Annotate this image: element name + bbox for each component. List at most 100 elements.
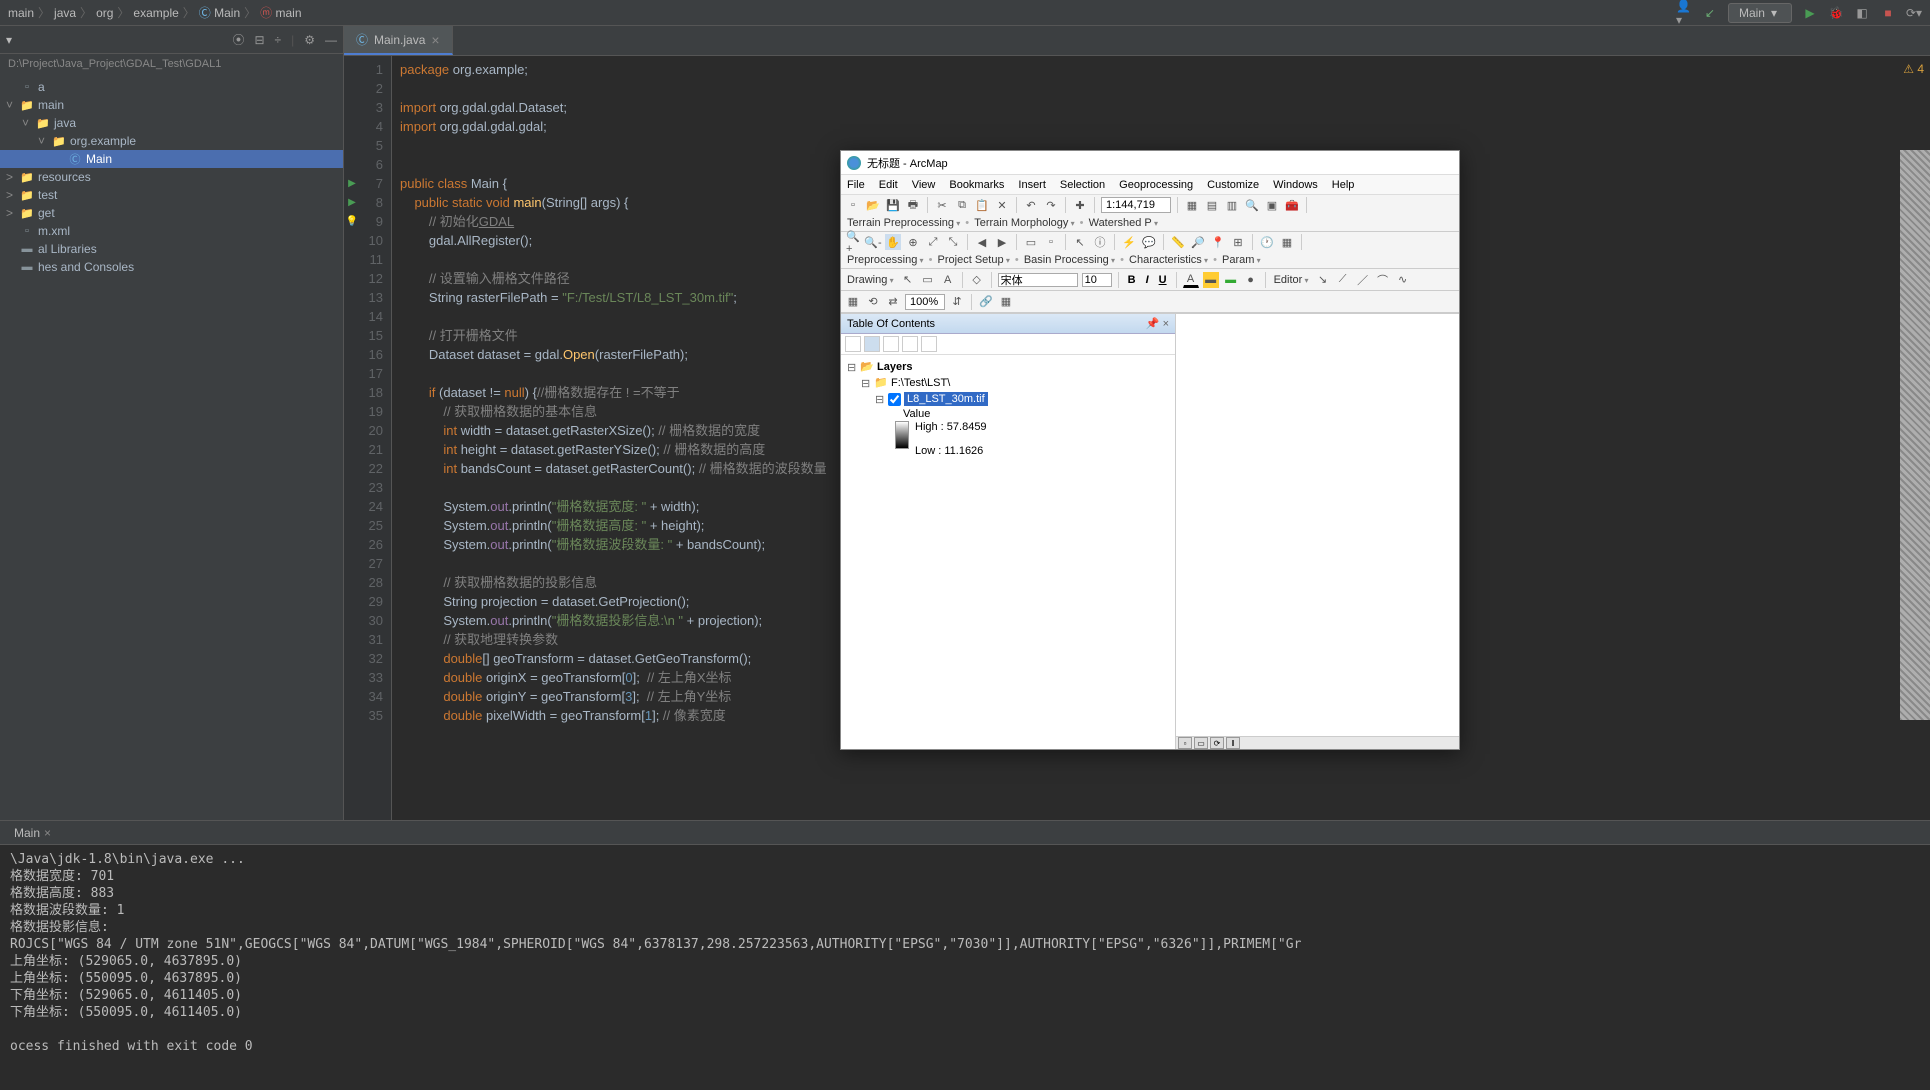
hide-icon[interactable]: — — [325, 33, 337, 47]
project-dropdown-icon[interactable]: ▾ — [6, 33, 12, 47]
menu-selection[interactable]: Selection — [1060, 179, 1105, 191]
tree-item[interactable]: ▫m.xml — [0, 222, 343, 240]
map-scrollbar[interactable]: ▫ ▭ ⟳ ‖ — [1176, 736, 1459, 749]
editor-dropdown[interactable]: Editor — [1272, 274, 1311, 286]
tree-item[interactable]: ▬al Libraries — [0, 240, 343, 258]
underline-button[interactable]: U — [1156, 274, 1170, 286]
list-by-visibility-icon[interactable] — [883, 336, 899, 352]
project-tree[interactable]: ▫a˅📁main˅📁java˅📁org.exampleⒸMain˃📁resour… — [0, 74, 343, 820]
close-icon[interactable]: × — [1163, 318, 1169, 330]
menu-help[interactable]: Help — [1332, 179, 1355, 191]
toolbar-menu[interactable]: Preprocessing — [845, 254, 926, 266]
more-icon[interactable]: ⟳▾ — [1906, 5, 1922, 21]
tree-item[interactable]: ▫a — [0, 78, 343, 96]
map-view[interactable]: ▫ ▭ ⟳ ‖ — [1176, 314, 1459, 749]
menu-insert[interactable]: Insert — [1018, 179, 1046, 191]
measure-icon[interactable]: 📏 — [1170, 234, 1186, 250]
run-tab-main[interactable]: Main× — [6, 824, 59, 842]
edit-vertices-icon[interactable]: ◇ — [969, 272, 985, 288]
copy-icon[interactable]: ⧉ — [954, 197, 970, 213]
link-icon[interactable]: 🔗 — [978, 294, 994, 310]
view-link-icon[interactable]: ▦ — [998, 294, 1014, 310]
toc-tree[interactable]: ⊟📂Layers ⊟📁F:\Test\LST\ ⊟L8_LST_30m.tif … — [841, 355, 1175, 749]
layer-visibility-checkbox[interactable] — [888, 393, 901, 406]
toolbar-menu[interactable]: Basin Processing — [1022, 254, 1117, 266]
print-icon[interactable]: 🖶 — [905, 197, 921, 213]
flip-icon[interactable]: ⇵ — [949, 294, 965, 310]
pan-icon[interactable]: ✋ — [885, 234, 901, 250]
run-configuration-selector[interactable]: Main ▾ — [1728, 3, 1792, 23]
find-route-icon[interactable]: 📍 — [1210, 234, 1226, 250]
tree-item[interactable]: ˃📁test — [0, 186, 343, 204]
toc-header[interactable]: Table Of Contents 📌 × — [841, 314, 1175, 334]
arc-segment-icon[interactable]: ⌒ — [1375, 272, 1391, 288]
console-output[interactable]: \Java\jdk-1.8\bin\java.exe ... 格数据宽度: 70… — [0, 845, 1930, 1090]
percent-input[interactable]: 100% — [905, 294, 945, 310]
search-icon[interactable]: 🔍 — [1244, 197, 1260, 213]
toc-icon[interactable]: ▤ — [1204, 197, 1220, 213]
sync-icon[interactable]: ↙ — [1702, 5, 1718, 21]
layer-name[interactable]: L8_LST_30m.tif — [904, 392, 988, 406]
arcmap-titlebar[interactable]: 无标题 - ArcMap — [841, 151, 1459, 175]
new-icon[interactable]: ▫ — [845, 197, 861, 213]
italic-button[interactable]: I — [1143, 274, 1152, 286]
toolbar-menu[interactable]: Watershed P — [1087, 217, 1160, 229]
toolbar-menu[interactable]: Terrain Preprocessing — [845, 217, 962, 229]
breadcrumb-segment[interactable]: ⓜ main — [260, 4, 301, 21]
back-icon[interactable]: ◀ — [974, 234, 990, 250]
close-icon[interactable]: × — [431, 32, 439, 48]
forward-icon[interactable]: ▶ — [994, 234, 1010, 250]
pin-icon[interactable]: 📌 — [1146, 318, 1160, 330]
toolbar-menu[interactable]: Terrain Morphology — [972, 217, 1076, 229]
find-icon[interactable]: 🔎 — [1190, 234, 1206, 250]
menu-bookmarks[interactable]: Bookmarks — [949, 179, 1004, 191]
paste-icon[interactable]: 📋 — [974, 197, 990, 213]
marker-color-icon[interactable]: ● — [1243, 272, 1259, 288]
toolbar-menu[interactable]: Param — [1220, 254, 1263, 266]
fixed-zoom-in-icon[interactable]: ⤢ — [925, 234, 941, 250]
menu-edit[interactable]: Edit — [879, 179, 898, 191]
breadcrumb-segment[interactable]: java — [54, 6, 76, 20]
editor-toolbar-icon[interactable]: ▦ — [1184, 197, 1200, 213]
expand-icon[interactable]: ⊟ — [254, 33, 264, 47]
bold-button[interactable]: B — [1125, 274, 1139, 286]
scale-input[interactable]: 1:144,719 — [1101, 197, 1171, 213]
stop-icon[interactable]: ■ — [1880, 5, 1896, 21]
zoom-in-icon[interactable]: 🔍+ — [845, 234, 861, 250]
tree-item[interactable]: ⒸMain — [0, 150, 343, 168]
toolbar-menu[interactable]: Project Setup — [936, 254, 1012, 266]
tree-item[interactable]: ˃📁get — [0, 204, 343, 222]
cut-icon[interactable]: ✂ — [934, 197, 950, 213]
rotate-icon[interactable]: ⟲ — [865, 294, 881, 310]
catalog-icon[interactable]: ▥ — [1224, 197, 1240, 213]
collapse-icon[interactable]: ÷ — [275, 33, 282, 47]
rectangle-icon[interactable]: ▭ — [920, 272, 936, 288]
data-view-tab[interactable]: ▫ — [1178, 737, 1192, 749]
run-icon[interactable]: ▶ — [1802, 5, 1818, 21]
create-viewer-icon[interactable]: ▦ — [1279, 234, 1295, 250]
open-icon[interactable]: 📂 — [865, 197, 881, 213]
trace-icon[interactable]: ∿ — [1395, 272, 1411, 288]
fixed-zoom-out-icon[interactable]: ⤡ — [945, 234, 961, 250]
data-frame-node[interactable]: F:\Test\LST\ — [891, 377, 950, 389]
breadcrumb-segment[interactable]: Ⓒ Main — [199, 4, 240, 21]
add-data-icon[interactable]: ✚ — [1072, 197, 1088, 213]
toolbar-menu[interactable]: Characteristics — [1127, 254, 1210, 266]
identify-icon[interactable]: ⓘ — [1092, 234, 1108, 250]
straight-segment-icon[interactable]: ／ — [1355, 272, 1371, 288]
pause-icon[interactable]: ‖ — [1226, 737, 1240, 749]
tree-item[interactable]: ˃📁resources — [0, 168, 343, 186]
list-by-drawing-order-icon[interactable] — [845, 336, 861, 352]
tree-item[interactable]: ˅📁org.example — [0, 132, 343, 150]
breadcrumb-segment[interactable]: org — [96, 6, 113, 20]
fill-color-icon[interactable]: ▬ — [1203, 272, 1219, 288]
drawing-dropdown[interactable]: Drawing — [845, 274, 896, 286]
options-icon[interactable] — [921, 336, 937, 352]
edit-annotation-icon[interactable]: ⟋ — [1335, 272, 1351, 288]
warnings-badge[interactable]: ⚠ 4 — [1903, 60, 1924, 79]
close-icon[interactable]: × — [44, 826, 51, 840]
gear-icon[interactable]: ⚙ — [304, 33, 315, 47]
clear-selection-icon[interactable]: ▫ — [1043, 234, 1059, 250]
arcmap-window[interactable]: 无标题 - ArcMap FileEditViewBookmarksInsert… — [840, 150, 1460, 750]
text-icon[interactable]: A — [940, 272, 956, 288]
